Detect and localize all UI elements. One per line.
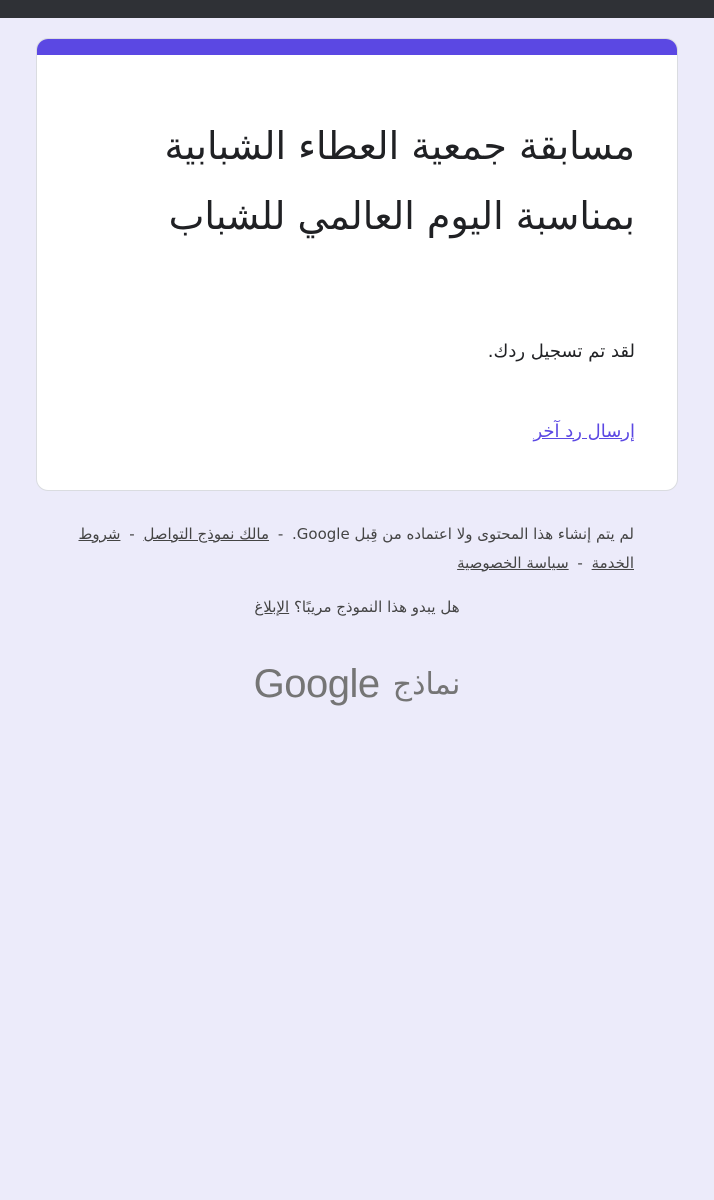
footer-disclaimer: لم يتم إنشاء هذا المحتوى ولا اعتماده من … [40,520,634,578]
confirmation-card: مسابقة جمعية العطاء الشبابية بمناسبة الي… [36,38,678,491]
card-accent-bar [37,39,677,55]
report-abuse-link[interactable]: الإبلاغ [254,598,289,616]
forms-wordmark: نماذج [392,667,461,702]
google-wordmark: Google [253,662,380,706]
separator: - [277,525,284,543]
separator: - [129,525,135,543]
form-title: مسابقة جمعية العطاء الشبابية بمناسبة الي… [164,124,635,238]
privacy-policy-link[interactable]: سياسة الخصوصية [457,554,569,572]
submit-another-response-link[interactable]: إرسال رد آخر [533,421,635,442]
abuse-report-line: هل يبدو هذا النموذج مريبًا؟ الإبلاغ [0,598,714,616]
disclaimer-text: لم يتم إنشاء هذا المحتوى ولا اعتماده من … [292,525,634,543]
abuse-question: هل يبدو هذا النموذج مريبًا؟ [293,598,460,616]
separator: - [577,554,583,572]
contact-owner-link[interactable]: مالك نموذج التواصل [143,525,269,543]
confirmation-message: لقد تم تسجيل ردك. [487,341,635,362]
status-bar [0,0,714,18]
google-forms-logo[interactable]: Google نماذج [0,662,714,707]
